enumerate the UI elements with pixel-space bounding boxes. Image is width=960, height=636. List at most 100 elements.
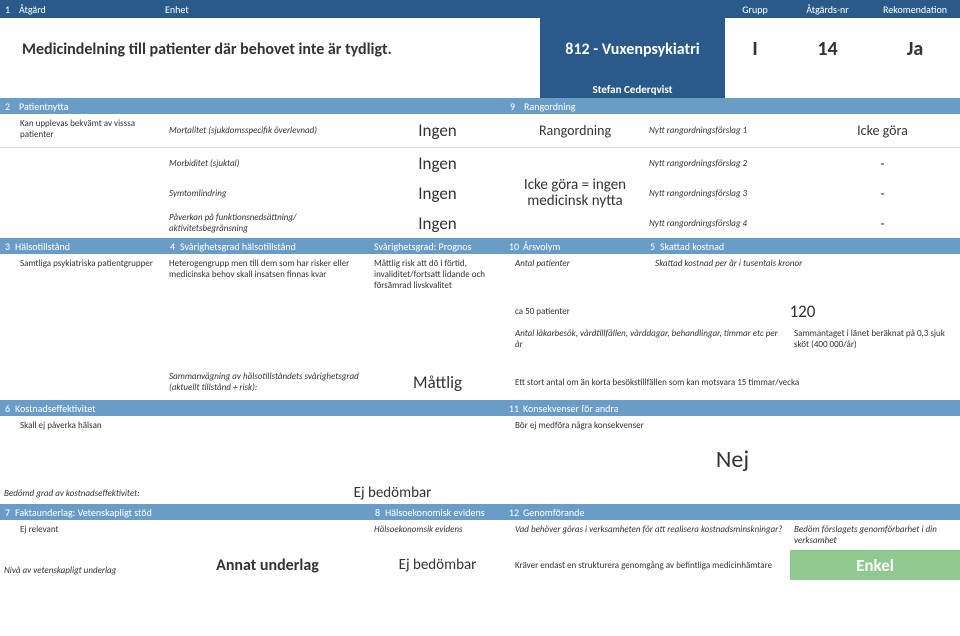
section3-row: Samtliga psykiatriska patientgrupper Het…: [0, 254, 960, 298]
header-rekomendation: Rekomendation: [870, 3, 960, 16]
sec4-num: 4: [165, 240, 180, 253]
sec11-desc: Bör ej medföra några konsekvenser: [505, 416, 960, 436]
morbiditet-value: Ingen: [370, 148, 505, 178]
sec7-desc: Ej relevant: [0, 520, 370, 550]
mortalitet-label: Mortalitet (sjukdomsspecifik överlevnad): [165, 114, 370, 147]
icke-gora-text: Icke göra = ingen medicinsk nytta: [505, 178, 645, 208]
action-number: 14: [785, 18, 870, 80]
sec7-num: 7: [0, 506, 15, 519]
sammanvagning-label: Sammanvägning av hälsotillståndets svåri…: [165, 364, 370, 400]
bedomd-grad-label: Bedömd grad av kostnadseffektivitet:: [0, 482, 280, 504]
sec4-label: Svårighetsgrad hälsotillstånd: [180, 240, 296, 253]
genomforande-value: Enkel: [790, 550, 960, 580]
rang2-label: Nytt rangordningsförslag 2: [645, 148, 805, 178]
header-num: 1: [0, 3, 15, 16]
sec12-num: 12: [505, 506, 523, 519]
section7-row-b: Nivå av vetenskapligt underlag Annat und…: [0, 550, 960, 580]
section-3-4-10-5-header: 3Hälsotillstånd 4Svårighetsgrad hälsotil…: [0, 238, 960, 254]
header-atgard: Åtgärd: [15, 3, 165, 16]
section7-row: Ej relevant Hälsoekonomsik evidens Vad b…: [0, 520, 960, 550]
niva-label: Nivå av vetenskapligt underlag: [0, 550, 165, 580]
sec8-label: Hälsoekonomisk evidens: [385, 506, 485, 519]
sec11-label: Konsekvenser för andra: [523, 402, 619, 415]
sec3-desc: Samtliga psykiatriska patientgrupper: [0, 254, 165, 298]
patientnytta-row4: Påverkan på funktionsnedsättning/ aktivi…: [0, 208, 960, 238]
mortalitet-value: Ingen: [370, 114, 505, 147]
sec6-num: 6: [0, 402, 15, 415]
sec6-label: Kostnadseffektivitet: [15, 402, 96, 415]
header-grupp: Grupp: [725, 3, 785, 16]
skattad-kostnad-label: Skattad kostnad per år i tusentals krono…: [645, 254, 960, 298]
rang4-label: Nytt rangordningsförslag 4: [645, 208, 805, 238]
patientnytta-row2: Morbiditet (sjuktal) Ingen Nytt rangordn…: [0, 148, 960, 178]
section-2-9-header: 2 Patientnytta 9 Rangordning: [0, 98, 960, 114]
sec3-num: 3: [0, 240, 15, 253]
halsoekonomisk-value: Ej bedömbar: [370, 550, 505, 580]
sec2-num: 2: [0, 100, 15, 113]
sec4-desc: Heterogengrupp men till dem som har risk…: [165, 254, 370, 298]
sec8-desc: Hälsoekonomsik evidens: [370, 520, 505, 550]
sec12-a1: Kräver endast en strukturera genomgång a…: [505, 550, 790, 580]
symtom-label: Symtomlindring: [165, 178, 370, 208]
title-row: Medicindelning till patienter där behove…: [0, 18, 960, 80]
section3-row-c: Antal läkarbesök, vårdtillfällen, vårdda…: [0, 324, 960, 364]
sec12-q1: Vad behöver göras i verksamheten för att…: [505, 520, 790, 550]
sec9-label: Rangordning: [520, 100, 576, 113]
sec7-label: Faktaunderlag: Vetenskapligt stöd: [15, 506, 152, 519]
prognos-desc: Måttlig risk att dö i förtid, invalidite…: [370, 254, 505, 298]
sec12-q2: Bedöm förslagets genomförbarhet i din ve…: [790, 520, 960, 550]
symtom-value: Ingen: [370, 178, 505, 208]
sec6-desc: Skall ej påverka hälsan: [0, 416, 505, 436]
sec5-label: Skattad kostnad: [660, 240, 724, 253]
unit-code: 812 - Vuxenpsykiatri: [540, 18, 725, 80]
author-row: Stefan Cederqvist: [0, 80, 960, 98]
action-title: Medicindelning till patienter där behove…: [0, 18, 540, 80]
sammanvagning-value: Måttlig: [370, 364, 505, 400]
skattad-kostnad-value: 120: [645, 298, 960, 324]
section-6-11-header: 6Kostnadseffektivitet 11Konsekvenser för…: [0, 400, 960, 416]
nej-value: Nej: [505, 436, 960, 482]
lakarbesok-label: Antal läkarbesök, vårdtillfällen, vårdda…: [505, 324, 790, 364]
section3-row-b: ca 50 patienter 120: [0, 298, 960, 324]
sec10-label: Årsvolym: [523, 240, 560, 253]
paverkan-value: Ingen: [370, 208, 505, 238]
section6-row-c: Bedömd grad av kostnadseffektivitet: Ej …: [0, 482, 960, 504]
sec2-label: Patientnytta: [15, 100, 68, 113]
rang1-value: Icke göra: [805, 114, 960, 147]
group-value: I: [725, 18, 785, 80]
author-name: Stefan Cederqvist: [540, 80, 725, 98]
section6-row: Skall ej påverka hälsan Bör ej medföra n…: [0, 416, 960, 436]
sec12-label: Genomförande: [523, 506, 584, 519]
rang2-value: -: [805, 148, 960, 178]
section-7-8-12-header: 7Faktaunderlag: Vetenskapligt stöd 8Häls…: [0, 504, 960, 520]
patientnytta-row1: Kan upplevas bekvämt av visssa patienter…: [0, 114, 960, 148]
prognos-label: Svårighetsgrad: Prognos: [370, 240, 505, 253]
antal-patienter-value: ca 50 patienter: [505, 298, 645, 324]
header-enhet: Enhet: [165, 3, 725, 16]
rangordning-title: Rangordning: [505, 114, 645, 147]
rang3-label: Nytt rangordningsförslag 3: [645, 178, 805, 208]
section3-row-d: Sammanvägning av hälsotillståndets svåri…: [0, 364, 960, 400]
bedomd-grad-value: Ej bedömbar: [280, 482, 505, 504]
sammanlagt-text: Sammantaget i länet beräknat på 0,3 sjuk…: [790, 324, 960, 364]
recommendation-value: Ja: [870, 18, 960, 80]
sec3-label: Hälsotillstånd: [15, 240, 70, 253]
antal-patienter-label: Antal patienter: [505, 254, 645, 298]
sec5-num: 5: [645, 240, 660, 253]
sec10-num: 10: [505, 240, 523, 253]
rang4-value: -: [805, 208, 960, 238]
rang1-label: Nytt rangordningsförslag 1: [645, 114, 805, 147]
section6-row-b: Nej: [0, 436, 960, 482]
morbiditet-label: Morbiditet (sjuktal): [165, 148, 370, 178]
sec2-desc: Kan upplevas bekvämt av visssa patienter: [0, 114, 165, 147]
patientnytta-row3: Symtomlindring Ingen Icke göra = ingen m…: [0, 178, 960, 208]
header-atgardsnr: Åtgärds-nr: [785, 3, 870, 16]
sec8-num: 8: [370, 506, 385, 519]
sec9-num: 9: [505, 100, 520, 113]
stort-antal-text: Ett stort antal om än korta besökstillfä…: [505, 364, 960, 400]
niva-value: Annat underlag: [165, 550, 370, 580]
paverkan-label: Påverkan på funktionsnedsättning/ aktivi…: [165, 208, 370, 238]
sec11-num: 11: [505, 402, 523, 415]
rang3-value: -: [805, 178, 960, 208]
column-header-row: 1 Åtgärd Enhet Grupp Åtgärds-nr Rekomend…: [0, 0, 960, 18]
